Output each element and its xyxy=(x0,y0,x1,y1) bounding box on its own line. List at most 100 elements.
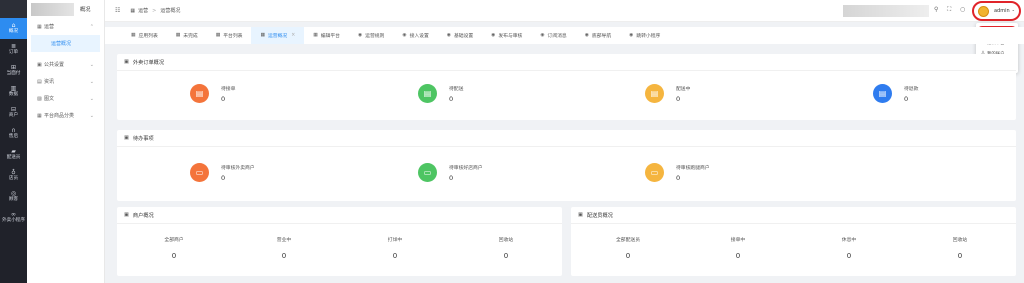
chevron-down-icon: ⌄ xyxy=(89,78,94,85)
tab-label: 编辑平台 xyxy=(320,34,340,39)
sub-group-2[interactable]: ▤ 资讯 ⌄ xyxy=(27,73,104,90)
stat-label: 待接单 xyxy=(221,87,236,92)
rail-item-label: 店员 xyxy=(8,175,19,181)
courier-overview-card: ▣ 配送员概况 全部配送员 0 接单中 0 休息中 0 回收站 0 xyxy=(571,207,1016,276)
todo-title: 待办事项 xyxy=(132,135,154,142)
tab-1[interactable]: ▦ 未完成 xyxy=(167,27,207,44)
order-overview-title: 外卖订单概况 xyxy=(132,59,165,66)
chat-icon: ◉ xyxy=(584,33,589,38)
sub-group-1[interactable]: ▣ 公共设置 ⌄ xyxy=(27,56,104,73)
rail-item-headset[interactable]: ∩ 售后 xyxy=(0,123,27,144)
order_overview-stat-2[interactable]: ▤ 配送中 0 xyxy=(645,84,690,103)
todo-card: ▣ 待办事项 ▭ 待审核外卖商户 0 ▭ 待审核好店商户 0 ▭ 待审核跑腿商户 0 xyxy=(117,130,1016,201)
stat-icon: ▭ xyxy=(418,163,437,182)
sub-group-label: 资讯 xyxy=(44,79,55,85)
cell-value: 0 xyxy=(625,252,631,260)
refresh-icon[interactable]: ○ xyxy=(960,6,965,13)
breadcrumb-separator: > xyxy=(152,7,157,14)
cell-value: 0 xyxy=(503,252,509,260)
tab-0[interactable]: ▦ 应用列表 xyxy=(122,27,167,44)
rail-item-shop[interactable]: ⊟ 商户 xyxy=(0,102,27,123)
rail-item-home[interactable]: ⌂ 概况 xyxy=(0,18,27,39)
stat-value: 0 xyxy=(221,174,226,182)
search-icon[interactable]: ⚲ xyxy=(934,6,938,13)
doc-icon: ▤ xyxy=(37,78,42,85)
tab-label: 运营概况 xyxy=(268,34,288,39)
merchant_overview-cell-3: 回收站 0 xyxy=(466,236,546,260)
stat-label: 待审核跑腿商户 xyxy=(676,166,710,171)
cell-label: 回收站 xyxy=(952,238,968,243)
breadcrumb-item-1[interactable]: 运营 xyxy=(138,7,148,14)
merchant_overview-cell-0: 全部商户 0 xyxy=(134,236,214,260)
collapse-sidebar-icon[interactable]: ☷ xyxy=(115,7,120,14)
courier-overview-header: ▣ 配送员概况 xyxy=(571,207,1016,224)
sub-sidebar-title: 概况 xyxy=(80,6,91,13)
brand-area: 概况 xyxy=(27,0,104,18)
grid-icon: ▦ xyxy=(313,33,318,38)
todo-stat-1[interactable]: ▭ 待审核好店商户 0 xyxy=(418,163,483,182)
tab-8[interactable]: ◉ 发布与审核 xyxy=(482,27,531,44)
grid-icon: ▦ xyxy=(175,33,181,38)
sub-group-4[interactable]: ▦ 平台商品分类 ⌄ xyxy=(27,107,104,124)
user-menu-trigger[interactable]: admin ⌃ xyxy=(972,1,1021,21)
order-overview-card: ▣ 外卖订单概况 ▤ 待接单 0 ▤ 待配送 0 ▤ 配送中 0 ▤ 待退款 0 xyxy=(117,54,1016,120)
header-blurred-area xyxy=(843,5,929,17)
tab-2[interactable]: ▦ 平台列表 xyxy=(207,27,252,44)
chevron-up-icon: ⌃ xyxy=(1011,8,1015,14)
cell-value: 0 xyxy=(735,252,741,260)
courier-overview-title: 配送员概况 xyxy=(586,212,613,219)
cell-label: 接单中 xyxy=(730,238,746,243)
todo-stat-2[interactable]: ▭ 待审核跑腿商户 0 xyxy=(645,163,710,182)
stat-label: 待审核好店商户 xyxy=(449,166,483,171)
tab-label: 接入设置 xyxy=(409,34,429,39)
order-overview-header: ▣ 外卖订单概况 xyxy=(117,54,1016,71)
card-icon: ▣ xyxy=(124,212,129,218)
tab-label: 订阅消息 xyxy=(547,34,567,39)
tab-7[interactable]: ◉ 基础设置 xyxy=(438,27,482,44)
sub-group-label: 运营 xyxy=(44,24,55,30)
close-icon[interactable]: × xyxy=(291,33,295,38)
picture-icon: ▨ xyxy=(37,95,42,102)
tab-label: 底部导航 xyxy=(591,34,612,39)
tab-4[interactable]: ▦ 编辑平台 xyxy=(304,27,349,44)
cell-value: 0 xyxy=(392,252,398,260)
todo-stat-0[interactable]: ▭ 待审核外卖商户 0 xyxy=(190,163,255,182)
rail-item-miniapp[interactable]: ∞ 外卖小程序 xyxy=(0,207,27,228)
rail-item-list[interactable]: ≣ 订单 xyxy=(0,39,27,60)
order_overview-stat-0[interactable]: ▤ 待接单 0 xyxy=(190,84,235,103)
grid-icon: ▦ xyxy=(131,33,136,38)
fullscreen-icon[interactable]: ⛶ xyxy=(947,6,951,14)
stat-icon: ▤ xyxy=(418,84,437,103)
rail-item-truck[interactable]: ▰ 配送员 xyxy=(0,144,27,165)
cell-value: 0 xyxy=(957,252,963,260)
tab-11[interactable]: ◉ 跳转小程序 xyxy=(620,27,669,44)
merchant_overview-cell-1: 营业中 0 xyxy=(244,236,324,260)
rail-item-coin[interactable]: ◎ 顾客 xyxy=(0,186,27,207)
avatar xyxy=(978,6,989,17)
sub-group-0[interactable]: ▦ 运营 ⌃ xyxy=(27,18,104,35)
rail-item-user[interactable]: ♁ 店员 xyxy=(0,165,27,186)
tab-10[interactable]: ◉ 底部导航 xyxy=(576,27,620,44)
stat-icon: ▤ xyxy=(190,84,209,103)
sub-item-active[interactable]: 运营概况 xyxy=(31,35,100,52)
rail-item-chart[interactable]: ▥ 数据 xyxy=(0,81,27,102)
rail-item-label: 配送员 xyxy=(6,154,21,160)
tab-5[interactable]: ◉ 运营规则 xyxy=(349,27,393,44)
order_overview-stat-1[interactable]: ▤ 待配送 0 xyxy=(418,84,463,103)
breadcrumb: ▦ 运营 > 运营概况 xyxy=(130,7,180,15)
tab-label: 未完成 xyxy=(183,34,198,39)
tab-9[interactable]: ◉ 订阅消息 xyxy=(531,27,575,44)
tab-6[interactable]: ◉ 接入设置 xyxy=(393,27,437,44)
chevron-down-icon: ⌄ xyxy=(89,95,94,102)
chat-icon: ◉ xyxy=(629,33,634,38)
order_overview-stat-3[interactable]: ▤ 待退款 0 xyxy=(873,84,918,103)
rail-item-wallet[interactable]: ⊞ 当面付 xyxy=(0,60,27,81)
tab-3[interactable]: ▦ 运营概况 × xyxy=(251,27,305,44)
sub-group-label: 公共设置 xyxy=(44,62,65,68)
sub-group-3[interactable]: ▨ 图文 ⌄ xyxy=(27,90,104,107)
chat-icon: ◉ xyxy=(446,33,451,38)
user-name: admin xyxy=(993,8,1010,14)
courier_overview-cell-1: 接单中 0 xyxy=(698,236,778,260)
merchant-overview-card: ▣ 商户概况 全部商户 0 营业中 0 打烊中 0 回收站 0 xyxy=(117,207,562,276)
chat-icon: ◉ xyxy=(491,33,496,38)
